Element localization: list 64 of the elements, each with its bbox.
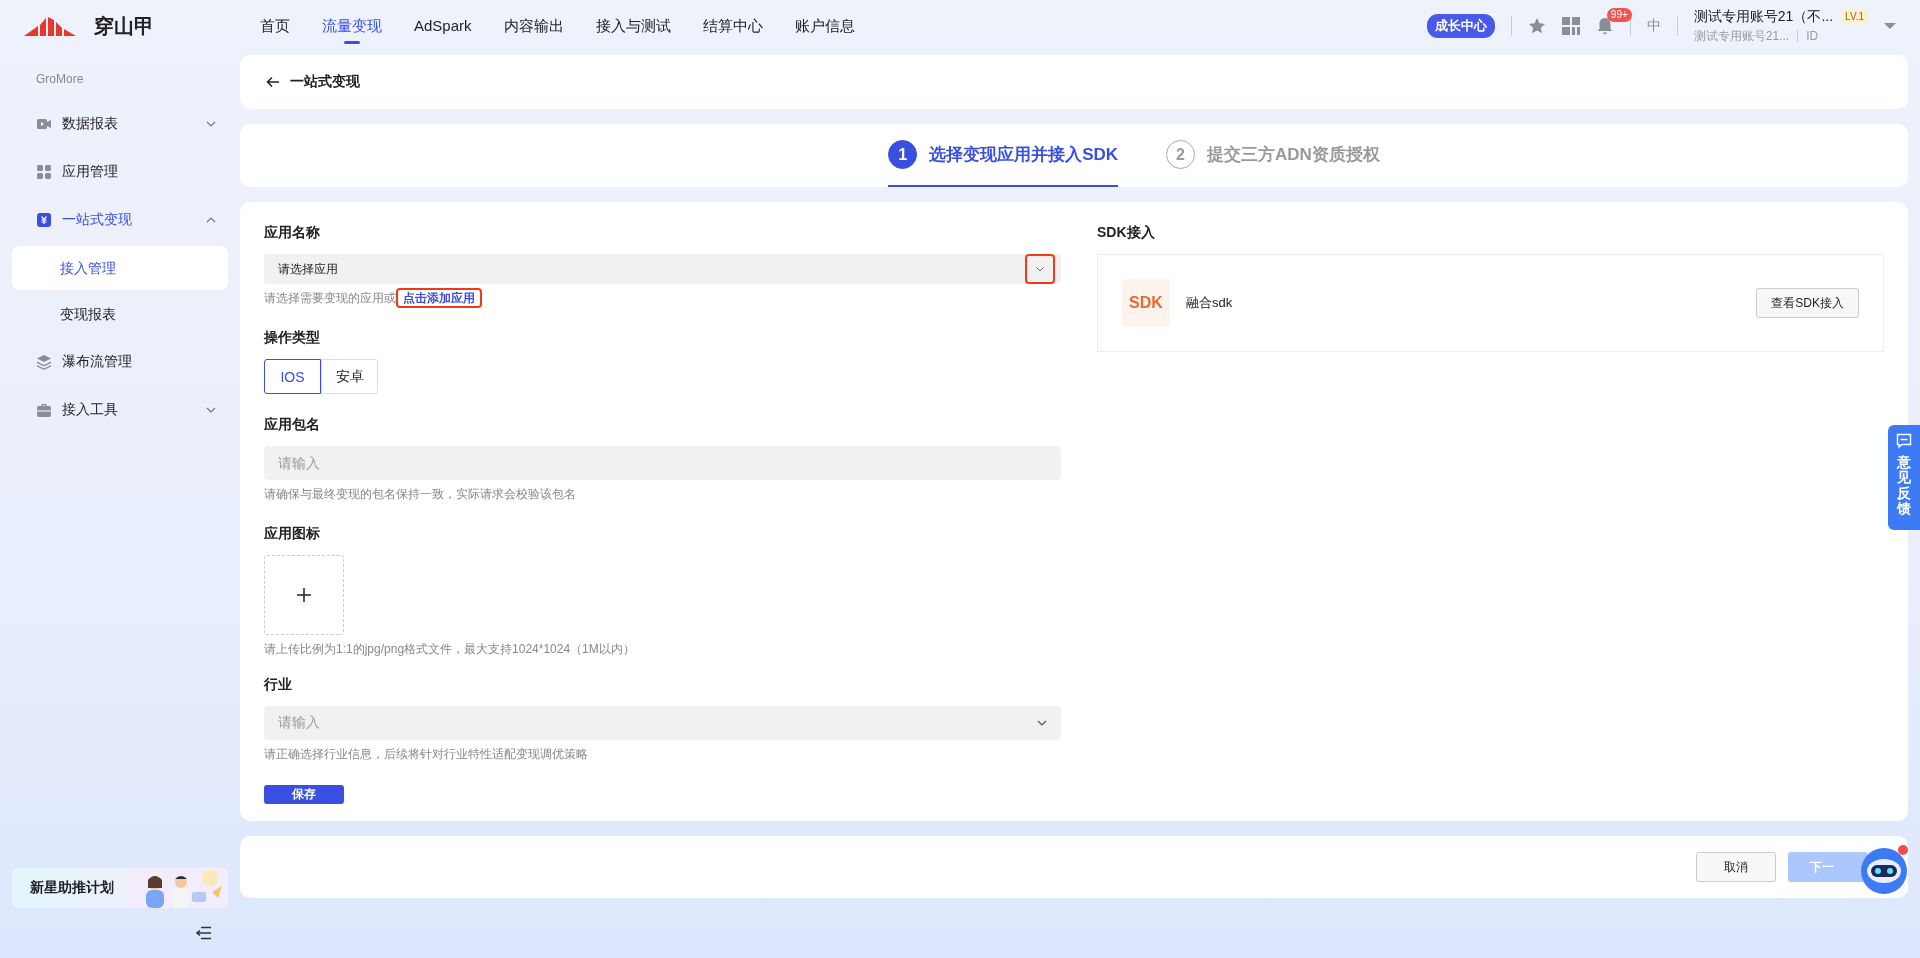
platform-option[interactable]: 安卓 [321,359,378,394]
help-text: 请上传比例为1:1的jpg/png格式文件，最大支持1024*1024（1M以内） [264,641,636,658]
nav-tab[interactable]: 接入与测试 [579,0,687,52]
sdk-logo: SDK [1122,279,1170,327]
sidebar-section-title: GroMore [35,72,85,86]
briefcase-icon [36,402,52,418]
sidebar-item[interactable]: 瀑布流管理 [12,338,228,386]
id-label: ID [1806,29,1819,43]
account-subtitle: 测试专用账号21... [1693,27,1790,45]
package-name-field[interactable]: 请输入 [264,446,1061,480]
sdk-name: 融合sdk [1186,294,1234,312]
field-label: 应用包名 [264,416,321,434]
platform-option[interactable]: IOS [264,359,321,394]
growth-center-badge[interactable]: 成长中心 [1426,14,1495,38]
star-icon [1527,17,1546,35]
nav-tab[interactable]: 流量变现 [306,0,398,52]
cancel-button[interactable]: 取消 [1696,852,1776,882]
field-label: 应用图标 [264,525,321,543]
chat-icon [1896,433,1912,449]
collapse-menu-icon [196,926,212,940]
grid-icon [1561,17,1580,35]
nav-tab[interactable]: 账户信息 [778,0,871,52]
sidebar-subitem[interactable]: 接入管理 [12,246,228,290]
sidebar-item[interactable]: 接入工具 [12,386,228,434]
notification-badge: 99+ [1606,8,1632,22]
promo-banner[interactable]: 新星助推计划 [12,868,228,908]
section-title: SDK接入 [1097,224,1156,242]
view-sdk-button[interactable]: 查看SDK接入 [1756,288,1859,318]
nav-tab[interactable]: 内容输出 [487,0,580,52]
account-name[interactable]: 测试专用账号21（不... [1693,7,1834,26]
help-text: 请正确选择行业信息，后续将针对行业特性适配变现调优策略 [264,746,589,763]
bell-icon [1595,17,1614,35]
caret-icon [1884,22,1896,30]
help-text: 请选择需要变现的应用或 [264,291,396,305]
step-number: 1 [888,140,918,169]
back-arrow-icon [266,76,280,88]
chevron-down-icon [1036,266,1044,272]
grid-icon [36,164,52,180]
logo-text: 穿山甲 [94,13,154,39]
save-button[interactable]: 保存 [264,785,344,804]
add-app-link[interactable]: 点击添加应用 [396,288,482,308]
page-title: 一站式变现 [290,73,360,91]
language-label: 中 [1646,17,1661,35]
sidebar-item[interactable]: 应用管理 [12,148,228,196]
help-text: 请确保与最终变现的包名保持一致，实际请求会校验该包名 [264,486,577,503]
dropdown-button[interactable] [1025,254,1055,284]
field-label: 行业 [264,676,293,694]
field-label: 应用名称 [264,224,321,242]
robot-assistant-icon [1858,844,1910,896]
layers-icon [36,354,52,370]
plus-icon [296,587,312,603]
nav-tab[interactable]: 首页 [244,0,306,52]
level-badge: LV.1 [1841,10,1868,23]
nav-tab[interactable]: 结算中心 [686,0,779,52]
yuan-icon [36,212,52,228]
field-label: 操作类型 [264,329,321,347]
feedback-tab[interactable]: 意见反馈 [1888,425,1920,530]
video-icon [36,116,52,132]
sidebar-subitem[interactable]: 变现报表 [12,292,228,336]
chevron-down-icon [1037,720,1047,726]
nav-tab[interactable]: AdSpark [398,0,488,52]
sidebar-item[interactable]: 数据报表 [12,100,228,148]
sidebar-item[interactable]: 一站式变现 [12,196,228,244]
step-tab[interactable]: 1 选择变现应用并接入SDK [888,124,1119,187]
